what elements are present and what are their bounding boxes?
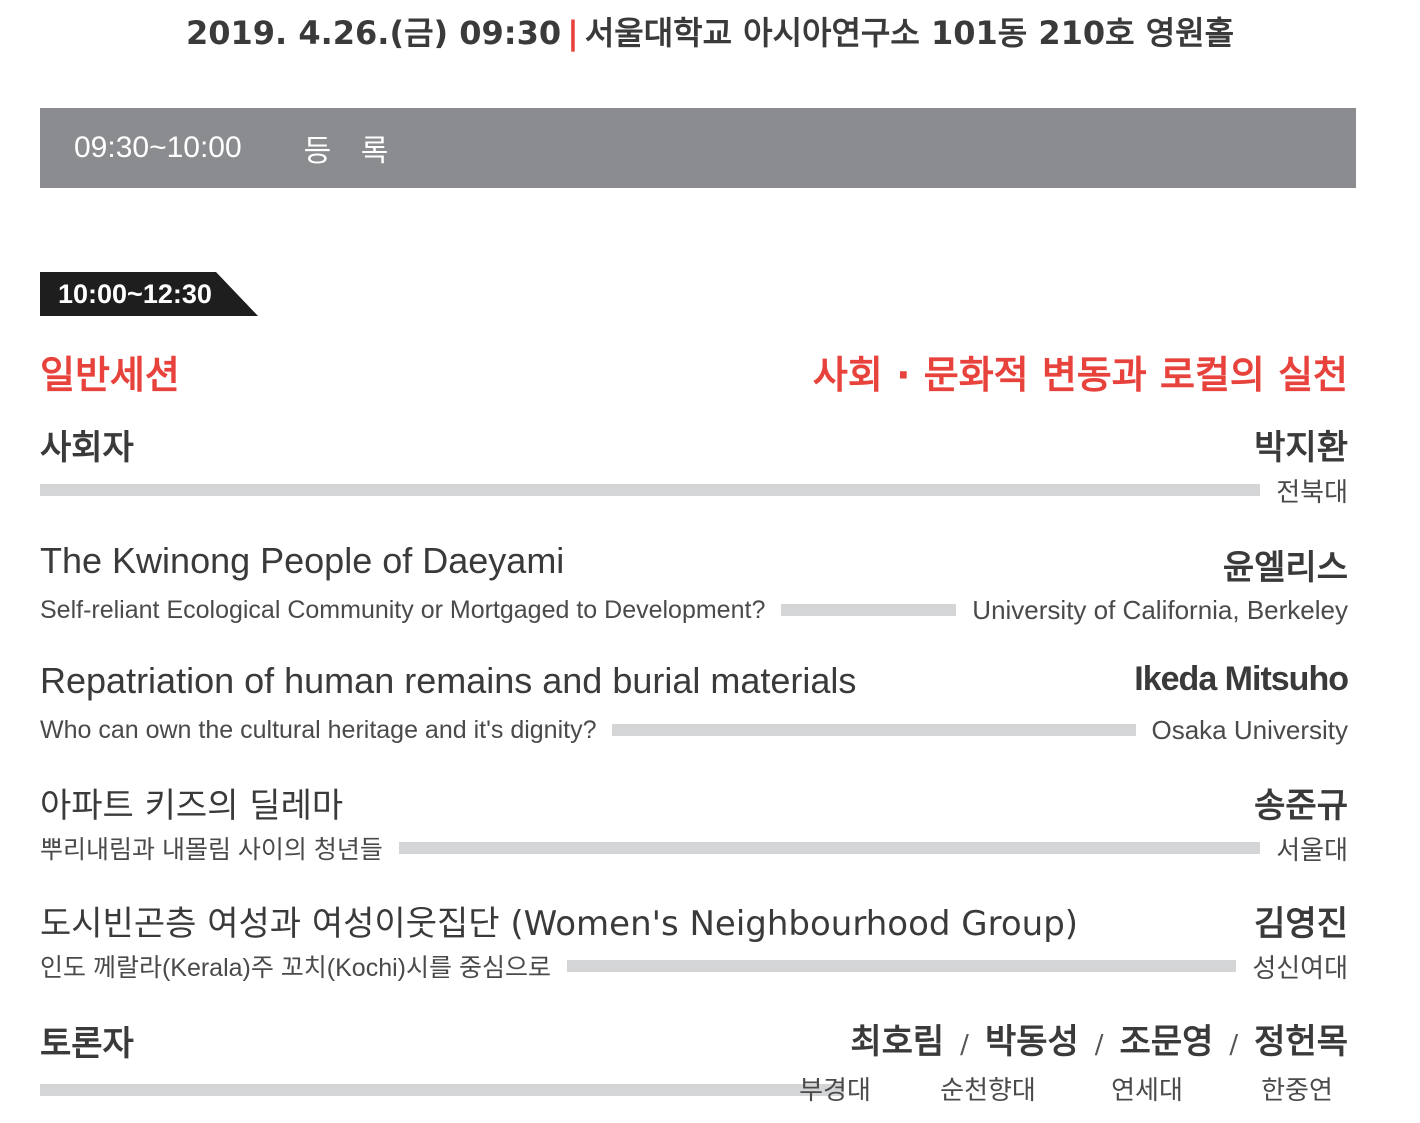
talk-row-1: The Kwinong People of Daeyami 윤엘리스 Self-…	[40, 540, 1348, 630]
event-header: 2019. 4.26.(금) 09:30 | 서울대학교 아시아연구소 101동 2…	[0, 8, 1420, 54]
moderator-affiliation: 전북대	[1276, 476, 1348, 507]
talk-speaker: 김영진	[1254, 904, 1348, 944]
discussant-affiliation: 한중연	[1261, 1076, 1333, 1106]
registration-bar: 09:30~10:00 등 록	[40, 108, 1356, 188]
talk-row-2: Repatriation of human remains and burial…	[40, 660, 1349, 750]
moderator-row: 사회자 박지환 전북대	[40, 420, 1348, 510]
talk-row-3: 아파트 키즈의 딜레마 송준규 뿌리내림과 내몰림 사이의 청년들 서울대	[40, 778, 1348, 868]
moderator-label: 사회자	[40, 428, 134, 468]
talk-row-4: 도시빈곤층 여성과 여성이웃집단 (Women's Neighbourhood …	[40, 896, 1348, 986]
divider-bar	[781, 604, 957, 616]
talk-subtitle: Who can own the cultural heritage and it…	[40, 715, 597, 744]
talk-title: 아파트 키즈의 딜레마	[40, 786, 344, 826]
session-theme: 사회 · 문화적 변동과 로컬의 실천	[812, 353, 1348, 397]
talk-speaker: 윤엘리스	[1222, 548, 1348, 588]
divider-bar	[40, 1084, 844, 1096]
talk-affiliation: University of California, Berkeley	[972, 594, 1348, 625]
discussants-label: 토론자	[40, 1024, 134, 1064]
discussant-name: 최호림	[850, 1022, 945, 1062]
divider-bar	[612, 724, 1136, 736]
talk-subtitle: 인도 께랄라(Kerala)주 꼬치(Kochi)시를 중심으로	[40, 954, 551, 982]
divider-bar	[566, 960, 1237, 972]
discussant-affiliations: 부경대 순천향대 연세대 한중연	[784, 1070, 1348, 1107]
talk-title: 도시빈곤층 여성과 여성이웃집단 (Women's Neighbourhood …	[40, 904, 1079, 944]
talk-title: The Kwinong People of Daeyami	[40, 540, 565, 581]
session-time: 10:00~12:30	[58, 278, 212, 309]
event-date: 2019. 4.26.(금) 09:30	[185, 14, 562, 52]
discussant-name: 정헌목	[1254, 1022, 1348, 1062]
divider-bar	[398, 842, 1261, 854]
discussant-affiliation: 부경대	[799, 1076, 871, 1106]
talk-affiliation: 서울대	[1276, 834, 1348, 865]
event-venue: 서울대학교 아시아연구소 101동 210호 영원홀	[584, 14, 1235, 52]
moderator-name: 박지환	[1254, 428, 1348, 468]
discussant-name: 박동성	[984, 1022, 1079, 1062]
registration-label: 등 록	[303, 134, 399, 169]
discussant-names: 최호림 / 박동성 / 조문영 / 정헌목	[850, 1014, 1348, 1063]
discussant-name: 조문영	[1119, 1022, 1214, 1062]
session-name: 일반세션	[40, 353, 180, 397]
talk-subtitle: Self-reliant Ecological Community or Mor…	[40, 595, 766, 624]
session-time-tag: 10:00~12:30	[40, 272, 258, 316]
talk-subtitle: 뿌리내림과 내몰림 사이의 청년들	[40, 836, 383, 864]
divider-bar	[40, 484, 1261, 496]
session-title-row: 일반세션 사회 · 문화적 변동과 로컬의 실천	[40, 344, 1348, 399]
name-separator: /	[1094, 1030, 1104, 1060]
talk-affiliation: 성신여대	[1252, 952, 1348, 983]
talk-speaker: Ikeda Mitsuho	[1134, 660, 1349, 698]
talk-title: Repatriation of human remains and burial…	[40, 660, 857, 701]
name-separator: /	[960, 1030, 969, 1060]
registration-time: 09:30~10:00	[74, 131, 242, 164]
header-separator: |	[567, 14, 579, 52]
name-separator: /	[1229, 1030, 1239, 1060]
talk-affiliation: Osaka University	[1151, 714, 1349, 745]
discussant-affiliation: 순천향대	[940, 1076, 1036, 1106]
talk-speaker: 송준규	[1254, 786, 1348, 826]
discussant-affiliation: 연세대	[1111, 1076, 1183, 1106]
